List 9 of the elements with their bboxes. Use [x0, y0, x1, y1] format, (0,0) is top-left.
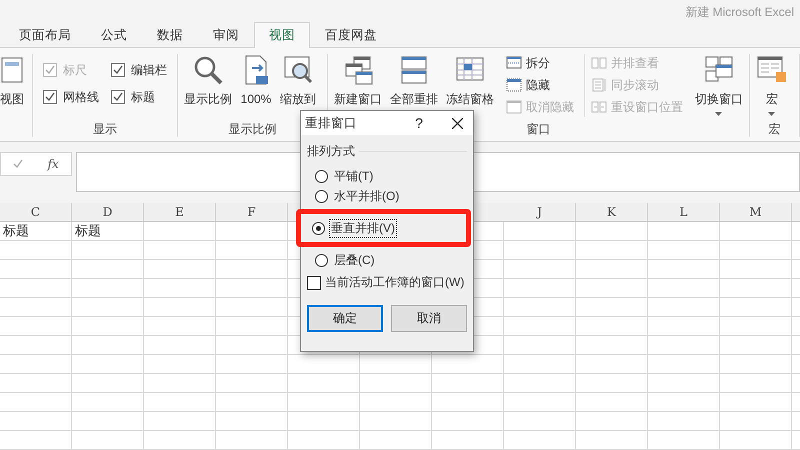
dialog-title: 重排窗口 [305, 114, 358, 132]
section-label: 排列方式 [307, 143, 355, 160]
group-label: 显示 [93, 120, 117, 137]
window-title: 新建 Microsoft Excel [685, 4, 794, 22]
group-label: 窗口 [526, 120, 550, 137]
group-label: 显示比例 [228, 120, 276, 137]
table-cell: 标题 [0, 222, 72, 240]
table-cell: 标题 [72, 222, 144, 240]
group-label: 宏 [768, 120, 780, 137]
